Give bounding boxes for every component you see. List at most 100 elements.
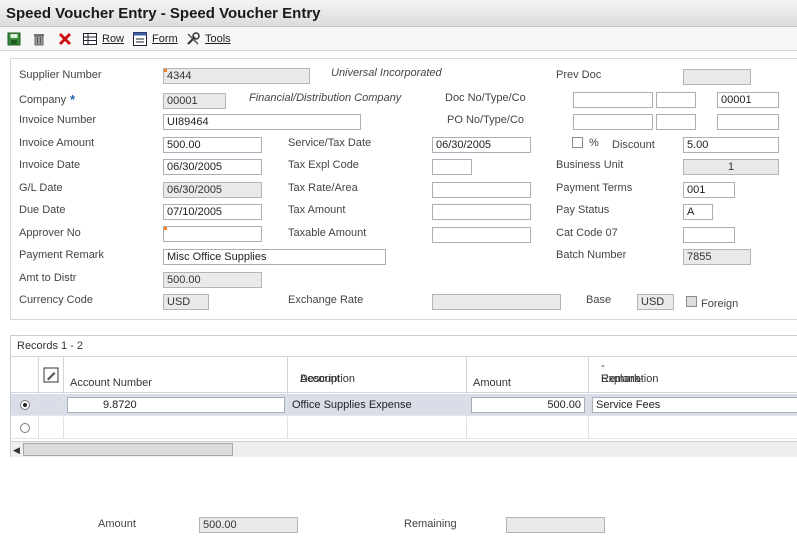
window-title: Speed Voucher Entry - Speed Voucher Entr… [6,5,321,22]
invoice-number-field[interactable]: UI89464 [163,114,361,130]
row-select-radio[interactable] [20,423,30,433]
cat-code-07-label: Cat Code 07 [556,227,618,239]
cat-code-07-field[interactable] [683,227,735,243]
row-header-cell [38,357,63,394]
tax-amount-label: Tax Amount [288,204,346,216]
required-marker: * [70,92,76,107]
column-account-description[interactable]: Account Description [287,357,466,394]
doc-no-type-co-label: Doc No/Type/Co [445,92,526,104]
po-co-field[interactable] [717,114,779,130]
company-label: Company [19,94,67,106]
po-no-type-co-label: PO No/Type/Co [447,114,525,126]
account-description-cell: Office Supplies Expense [292,399,412,411]
taxable-amount-label: Taxable Amount [288,227,367,239]
prev-doc-field[interactable] [683,69,751,85]
tools-menu[interactable]: Tools [185,30,231,48]
invoice-date-field[interactable]: 06/30/2005 [163,159,262,175]
doc-co-field[interactable]: 00001 [717,92,779,108]
prev-doc-label: Prev Doc [556,69,602,81]
explanation-cell[interactable]: Service Fees [592,397,797,413]
payment-terms-label: Payment Terms [556,182,633,194]
discount-label: Discount [612,139,655,151]
discount-field[interactable]: 5.00 [683,137,779,153]
table-row[interactable]: 9.8720 Office Supplies Expense 500.00 Se… [11,394,797,416]
toolbar: Row Form Tools [0,27,797,51]
tax-expl-code-label: Tax Expl Code [288,159,359,171]
business-unit-label: Business Unit [556,159,624,171]
remaining-label: Remaining [404,518,457,530]
approver-no-label: Approver No [19,227,81,239]
percent-checkbox[interactable] [572,137,583,148]
edit-icon[interactable] [43,367,59,383]
batch-number-field[interactable]: 7855 [683,249,751,265]
delete-button[interactable] [31,30,47,48]
service-tax-date-field[interactable]: 06/30/2005 [432,137,531,153]
due-date-field[interactable]: 07/10/2005 [163,204,262,220]
foreign-checkbox[interactable] [686,296,697,307]
save-button[interactable] [6,30,22,48]
invoice-date-label: Invoice Date [19,159,81,171]
supplier-number-label: Supplier Number [19,69,102,81]
currency-code-field[interactable]: USD [163,294,209,310]
exchange-rate-field[interactable] [432,294,561,310]
explanation-cell[interactable] [588,417,797,439]
amt-to-distr-label: Amt to Distr [19,272,77,284]
column-amount-label: Amount [473,377,511,389]
supplier-number-field[interactable]: 4344 [163,68,310,84]
row-menu[interactable]: Row [82,30,124,48]
invoice-amount-field[interactable]: 500.00 [163,137,262,153]
form-menu[interactable]: Form [132,30,178,48]
payment-terms-field[interactable]: 001 [683,182,735,198]
trash-icon [34,34,44,46]
scroll-thumb[interactable] [23,443,233,456]
supplier-name: Universal Incorporated [331,67,442,79]
amt-to-distr-field[interactable]: 500.00 [163,272,262,288]
remaining-field[interactable] [506,517,605,533]
table-row[interactable] [11,417,797,439]
company-field[interactable]: 00001 [163,93,226,109]
row-select-radio[interactable] [20,400,30,410]
row-menu-label: Row [102,33,125,45]
business-unit-field[interactable]: 1 [683,159,779,175]
doc-type-field[interactable] [656,92,696,108]
amount-cell[interactable]: 500.00 [471,397,585,413]
tools-icon [187,32,200,45]
pay-status-field[interactable]: A [683,204,713,220]
records-grid: Records 1 - 2 Account Number Account Desc… [10,335,797,457]
doc-no-field[interactable] [573,92,653,108]
gl-date-field[interactable]: 06/30/2005 [163,182,262,198]
foreign-label: Foreign [701,298,739,310]
company-name: Financial/Distribution Company [249,92,402,104]
base-currency-field[interactable]: USD [637,294,674,310]
amount-cell[interactable] [466,417,588,439]
batch-number-label: Batch Number [556,249,627,261]
po-type-field[interactable] [656,114,696,130]
column-explanation[interactable]: Explanation -Remark- [588,357,797,394]
tools-menu-label: Tools [205,33,231,45]
horizontal-scrollbar[interactable]: ◀ [11,441,797,457]
exchange-rate-label: Exchange Rate [288,294,364,306]
column-account-number[interactable]: Account Number [63,357,287,394]
column-explanation-line2: -Remark- [601,360,644,385]
field-marker [164,227,167,230]
cancel-button[interactable] [57,30,73,48]
percent-label: % [589,137,599,149]
total-amount-field[interactable]: 500.00 [199,517,298,533]
scroll-left-icon[interactable]: ◀ [13,445,20,456]
tax-amount-field[interactable] [432,204,531,220]
currency-code-label: Currency Code [19,294,93,306]
base-label: Base [586,294,612,306]
tax-rate-area-field[interactable] [432,182,531,198]
account-number-cell[interactable] [63,417,287,439]
close-icon [58,32,72,46]
invoice-number-label: Invoice Number [19,114,97,126]
payment-remark-field[interactable]: Misc Office Supplies [163,249,386,265]
po-no-field[interactable] [573,114,653,130]
taxable-amount-field[interactable] [432,227,531,243]
column-account-description-line2: Description [300,373,356,385]
account-number-cell[interactable]: 9.8720 [67,397,285,413]
tax-expl-code-field[interactable] [432,159,472,175]
tax-rate-area-label: Tax Rate/Area [288,182,358,194]
column-amount[interactable]: Amount [466,357,588,394]
approver-no-field[interactable] [163,226,262,242]
